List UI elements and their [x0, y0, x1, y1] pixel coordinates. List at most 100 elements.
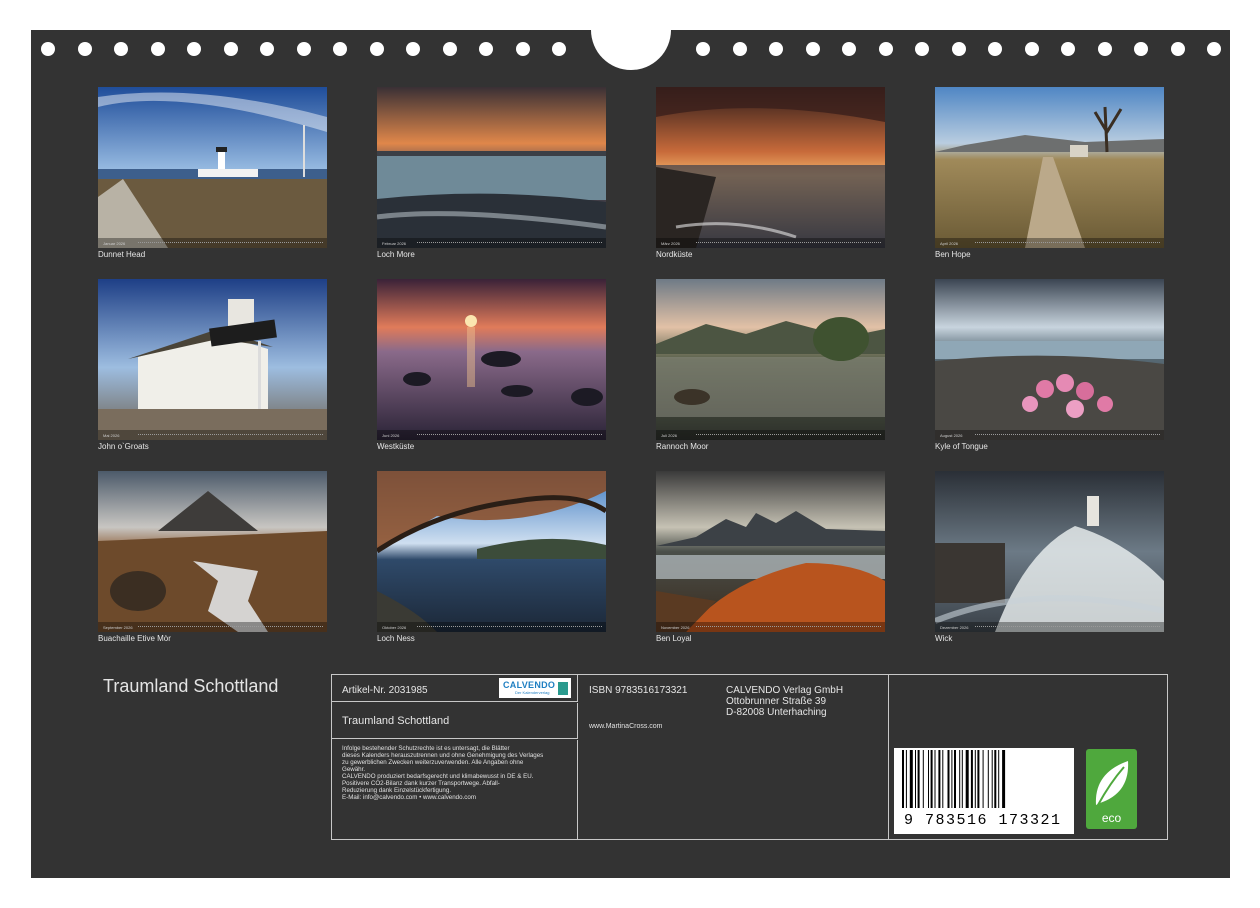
photo-caption: Kyle of Tongue — [935, 442, 988, 451]
binding-hole — [915, 42, 929, 56]
calvendo-logo: CALVENDO Der Kalenderverlag — [499, 678, 571, 698]
photo-month-11: November 2026 — [656, 471, 885, 632]
month-label: September 2026 — [103, 625, 133, 630]
photo-month-9: September 2026 — [98, 471, 327, 632]
barcode-cell: 9 783516 173321 eco — [890, 675, 1167, 839]
binding-hole — [769, 42, 783, 56]
barcode-bar — [917, 750, 920, 808]
month-label: Dezember 2026 — [940, 625, 969, 630]
publisher-address: CALVENDO Verlag GmbH Ottobrunner Straße … — [726, 685, 843, 718]
photo-month-1: Januar 2026 — [98, 87, 327, 248]
photo-caption: Nordküste — [656, 250, 693, 259]
ben-loyal-photo — [656, 471, 885, 632]
barcode-bar — [942, 750, 944, 808]
barcode-bar — [965, 750, 969, 808]
barcode-bar — [930, 750, 933, 808]
binding-hole — [442, 42, 457, 56]
binding-hole — [187, 42, 201, 56]
leaf-icon — [1095, 761, 1129, 806]
nordkueste-photo — [656, 87, 885, 248]
month-label: März 2026 — [661, 241, 680, 246]
binding-hole — [1024, 42, 1039, 56]
legal-line: E-Mail: info@calvendo.com • www.calvendo… — [342, 794, 476, 801]
binding-hole — [114, 42, 128, 56]
photo-caption: Ben Hope — [935, 250, 971, 259]
legal-line: Positivere CO2-Bilanz dank kurzer Transp… — [342, 780, 500, 787]
barcode-bar — [951, 750, 953, 808]
loch-more-photo — [377, 87, 606, 248]
legal-line: zu gewerblichen Zwecken weiterzuverwende… — [342, 759, 524, 766]
photo-caption: Wick — [935, 634, 953, 643]
john-o-groats-photo — [98, 279, 327, 440]
barcode-bar — [994, 750, 997, 808]
eco-label: eco — [1101, 811, 1122, 825]
ben-hope-photo — [935, 87, 1164, 248]
barcode-bar — [991, 750, 993, 808]
month-label: Oktober 2026 — [382, 625, 407, 630]
photo-caption: Loch More — [377, 250, 415, 259]
barcode-bar — [982, 750, 984, 808]
photo-month-5: Mai 2026 — [98, 279, 327, 440]
author-website: www.MartinaCross.com — [589, 723, 663, 730]
photo-caption: Westküste — [377, 442, 415, 451]
article-cell: Artikel-Nr. 2031985 CALVENDO Der Kalende… — [332, 675, 578, 702]
binding-hole — [515, 42, 530, 56]
article-number: Artikel-Nr. 2031985 — [342, 685, 428, 696]
barcode-bar — [938, 750, 941, 808]
barcode-bar — [1002, 750, 1006, 808]
photo-caption: Ben Loyal — [656, 634, 692, 643]
binding-hole — [951, 42, 966, 56]
photo-month-10: Oktober 2026 — [377, 471, 606, 632]
legal-notice: Infolge bestehender Schutzrechte ist es … — [342, 745, 574, 801]
binding-hole — [696, 42, 710, 56]
legal-line: Infolge bestehender Schutzrechte ist es … — [342, 745, 510, 752]
month-label: April 2026 — [940, 241, 959, 246]
barcode-bar — [947, 750, 950, 808]
photo-month-12: Dezember 2026 — [935, 471, 1164, 632]
publisher-name: CALVENDO Verlag GmbH — [726, 685, 844, 696]
photo-caption: John o`Groats — [98, 442, 149, 451]
wick-photo — [935, 471, 1164, 632]
publisher-street: Ottobrunner Straße 39 — [726, 696, 827, 707]
buachaille-etive-mor-photo — [98, 471, 327, 632]
barcode-bar — [959, 750, 961, 808]
barcode-bar — [928, 750, 929, 808]
legal-line: Gewähr. — [342, 766, 366, 773]
binding-hole — [552, 42, 566, 56]
month-label: Mai 2026 — [103, 433, 120, 438]
binding-hole — [1170, 42, 1185, 56]
isbn-barcode: 9 783516 173321 — [894, 748, 1074, 834]
product-info-box: Artikel-Nr. 2031985 CALVENDO Der Kalende… — [331, 674, 1168, 840]
binding-hole — [406, 42, 420, 56]
dunnet-head-photo — [98, 87, 327, 248]
kyle-of-tongue-photo — [935, 279, 1164, 440]
binding-hole — [732, 42, 747, 56]
binding-hole — [479, 42, 493, 56]
photo-month-2: Februar 2026 — [377, 87, 606, 248]
title-cell: Traumland Schottland — [332, 703, 578, 739]
photo-month-8: August 2026 — [935, 279, 1164, 440]
photo-caption: Loch Ness — [377, 634, 415, 643]
barcode-bar — [961, 750, 963, 808]
binding-hole — [296, 42, 311, 56]
eco-badge: eco — [1086, 749, 1137, 829]
binding-hole — [260, 42, 274, 56]
barcode-bar — [987, 750, 989, 808]
publisher-city: D-82008 Unterhaching — [726, 707, 827, 718]
logo-subtitle: Der Kalenderverlag — [515, 690, 550, 695]
month-label: November 2026 — [661, 625, 690, 630]
barcode-bar — [902, 750, 904, 808]
barcode-bar — [974, 750, 976, 808]
binding-hole — [1134, 42, 1148, 56]
month-label: Januar 2026 — [103, 241, 126, 246]
binding-hole — [150, 42, 165, 56]
legal-line: dieses Kalenders herauszutrennen und ohn… — [342, 752, 544, 759]
binding-hole — [369, 42, 384, 56]
photo-caption: Dunnet Head — [98, 250, 146, 259]
month-label: Juli 2026 — [661, 433, 678, 438]
logo-mark-icon — [558, 682, 568, 695]
barcode-bar — [970, 750, 973, 808]
barcode-bar — [934, 750, 936, 808]
binding-hole — [1097, 42, 1112, 56]
binding-hole — [1207, 42, 1221, 56]
